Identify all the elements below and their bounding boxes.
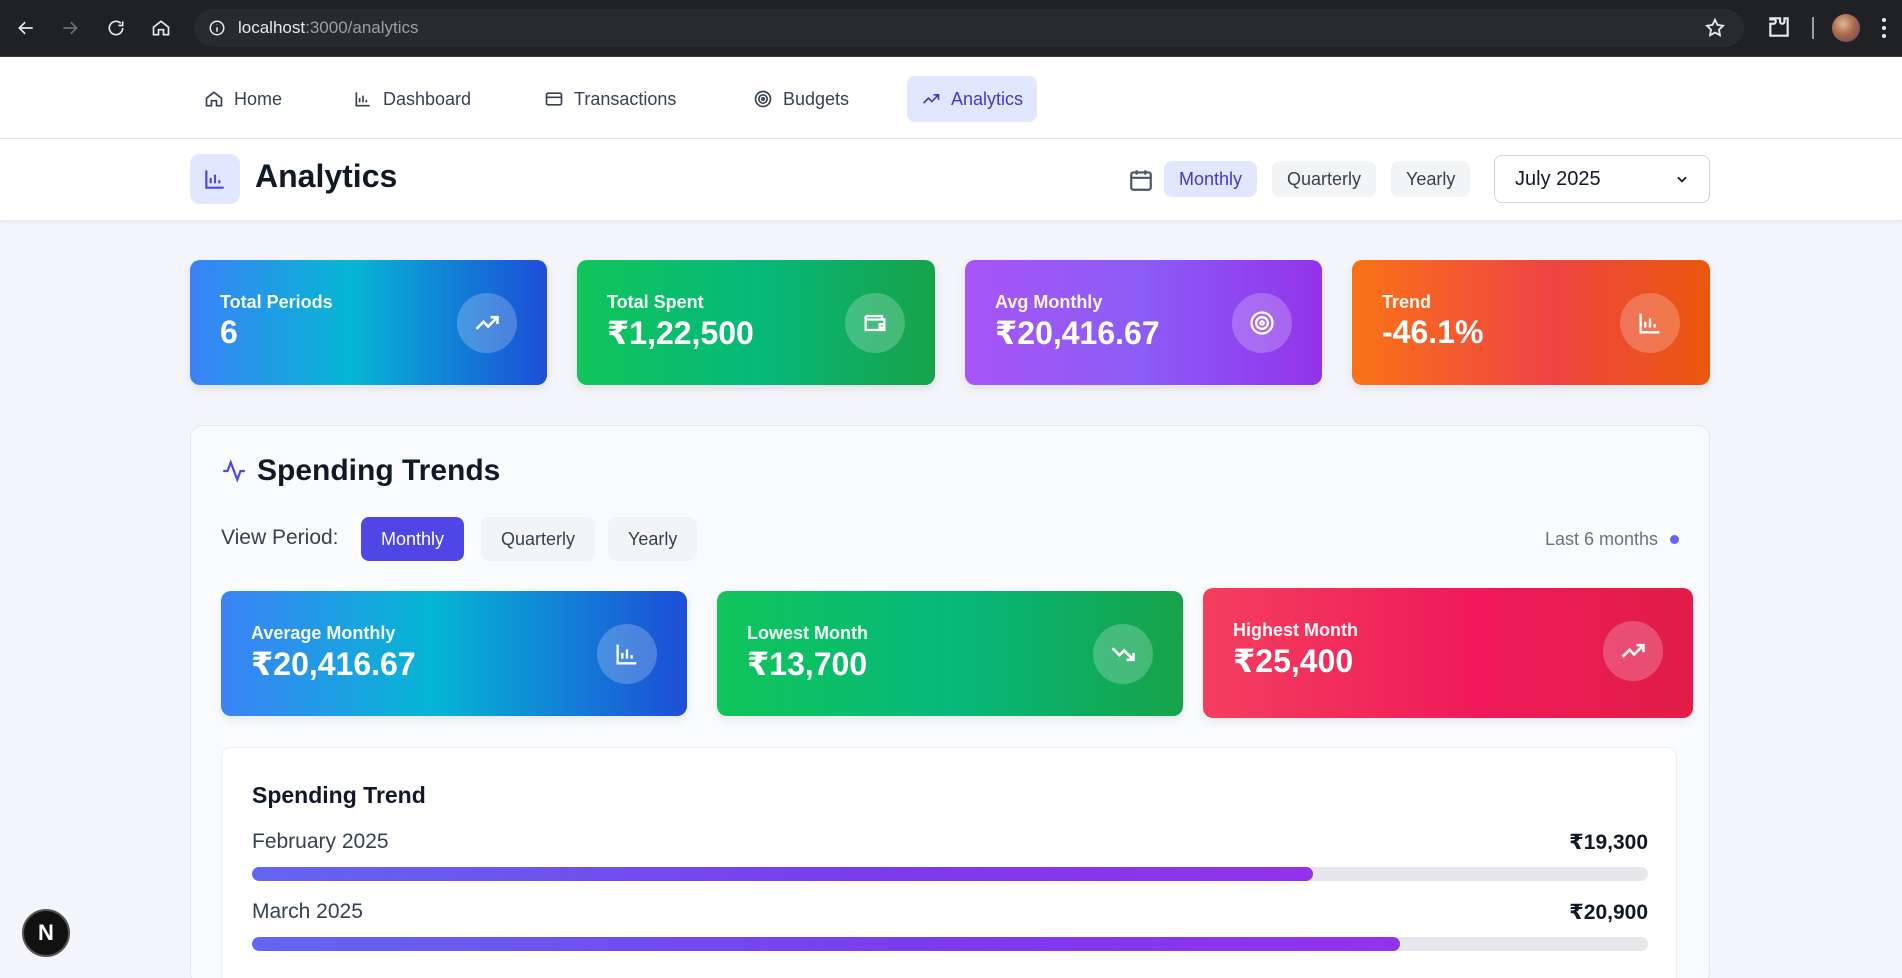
stat-value: ₹20,416.67 bbox=[995, 315, 1160, 351]
trending-down-icon bbox=[1093, 624, 1153, 684]
section-title: Spending Trends bbox=[221, 454, 500, 488]
summary-value: ₹25,400 bbox=[1233, 643, 1354, 679]
profile-avatar[interactable] bbox=[1832, 14, 1860, 42]
dev-tools-badge[interactable]: N bbox=[22, 909, 70, 957]
view-period-label: View Period: bbox=[221, 526, 339, 549]
activity-icon bbox=[223, 459, 245, 483]
browser-menu-icon[interactable] bbox=[1880, 16, 1888, 45]
stat-value: ₹1,22,500 bbox=[607, 315, 754, 351]
reload-icon[interactable] bbox=[102, 14, 130, 42]
address-bar[interactable]: localhost:3000/analytics bbox=[194, 9, 1744, 47]
summary-value: ₹13,700 bbox=[747, 646, 868, 682]
summary-card-lowest: Lowest Month ₹13,700 bbox=[717, 591, 1183, 716]
spending-trend-chart: Spending Trend February 2025 ₹19,300 Mar… bbox=[221, 747, 1677, 978]
spending-trends-panel: Spending Trends View Period: Monthly Qua… bbox=[190, 425, 1710, 978]
page-title: Analytics bbox=[255, 158, 398, 194]
stat-label: Total Periods bbox=[220, 292, 333, 312]
progress-fill bbox=[252, 937, 1400, 951]
progress-track bbox=[252, 937, 1648, 951]
analytics-bar-chart-icon bbox=[190, 154, 240, 204]
trend-row: February 2025 ₹19,300 bbox=[252, 830, 1648, 892]
bookmark-star-icon[interactable] bbox=[1704, 17, 1726, 44]
trend-amount: ₹20,900 bbox=[1569, 901, 1648, 924]
progress-track bbox=[252, 867, 1648, 881]
progress-fill bbox=[252, 867, 1313, 881]
view-yearly-button[interactable]: Yearly bbox=[608, 517, 698, 561]
view-quarterly-button[interactable]: Quarterly bbox=[481, 517, 596, 561]
target-icon bbox=[754, 90, 772, 108]
back-arrow-icon[interactable] bbox=[12, 14, 40, 42]
stat-card-avg-monthly: Avg Monthly ₹20,416.67 bbox=[965, 260, 1322, 385]
nav-transactions[interactable]: Transactions bbox=[530, 76, 690, 122]
forward-arrow-icon[interactable] bbox=[56, 14, 84, 42]
calendar-icon bbox=[1128, 167, 1154, 198]
status-dot bbox=[1670, 535, 1679, 544]
stat-card-trend: Trend -46.1% bbox=[1352, 260, 1710, 385]
bar-chart-icon bbox=[597, 624, 657, 684]
nav-dashboard[interactable]: Dashboard bbox=[339, 76, 485, 122]
stat-label: Total Spent bbox=[607, 292, 704, 312]
url-text: localhost:3000/analytics bbox=[238, 18, 419, 37]
trending-up-icon bbox=[1603, 621, 1663, 681]
trending-up-icon bbox=[457, 293, 517, 353]
nav-transactions-label: Transactions bbox=[574, 88, 677, 109]
period-monthly-button[interactable]: Monthly bbox=[1164, 161, 1258, 197]
nav-home-label: Home bbox=[234, 88, 283, 109]
trend-month: February 2025 bbox=[252, 830, 389, 853]
summary-label: Lowest Month bbox=[747, 623, 868, 643]
summary-card-average: Average Monthly ₹20,416.67 bbox=[221, 591, 687, 716]
nav-budgets[interactable]: Budgets bbox=[739, 76, 863, 122]
nav-budgets-label: Budgets bbox=[783, 88, 850, 109]
site-info-icon[interactable] bbox=[206, 17, 228, 39]
stat-value: -46.1% bbox=[1382, 314, 1484, 350]
nav-home[interactable]: Home bbox=[190, 76, 296, 122]
range-indicator: Last 6 months bbox=[1545, 529, 1679, 550]
stat-label: Trend bbox=[1382, 292, 1432, 312]
nav-analytics[interactable]: Analytics bbox=[907, 76, 1038, 122]
chart-title: Spending Trend bbox=[252, 782, 426, 808]
trending-up-icon bbox=[922, 94, 940, 104]
summary-label: Highest Month bbox=[1233, 620, 1358, 640]
stat-card-total-periods: Total Periods 6 bbox=[190, 260, 547, 385]
month-select-value: July 2025 bbox=[1515, 167, 1601, 190]
summary-value: ₹20,416.67 bbox=[251, 646, 416, 682]
browser-toolbar: localhost:3000/analytics bbox=[0, 0, 1902, 57]
summary-card-highest: Highest Month ₹25,400 bbox=[1203, 588, 1693, 718]
range-text: Last 6 months bbox=[1544, 529, 1658, 549]
main-navigation: Home Dashboard Transactions Budgets Anal… bbox=[0, 57, 1902, 139]
month-select[interactable]: July 2025 bbox=[1494, 155, 1710, 203]
trend-row: March 2025 ₹20,900 bbox=[252, 900, 1648, 962]
period-quarterly-button[interactable]: Quarterly bbox=[1272, 161, 1377, 197]
home-icon bbox=[205, 91, 223, 107]
stat-value: 6 bbox=[220, 314, 238, 350]
target-icon bbox=[1232, 293, 1292, 353]
toolbar-divider bbox=[1812, 17, 1814, 39]
view-monthly-button[interactable]: Monthly bbox=[361, 517, 465, 561]
stat-label: Avg Monthly bbox=[995, 292, 1103, 312]
summary-label: Average Monthly bbox=[251, 623, 396, 643]
nav-analytics-label: Analytics bbox=[951, 88, 1024, 109]
extensions-icon[interactable] bbox=[1766, 14, 1792, 45]
period-yearly-button[interactable]: Yearly bbox=[1391, 161, 1471, 197]
chevron-down-icon bbox=[1677, 176, 1687, 183]
spending-trends-title: Spending Trends bbox=[257, 454, 501, 487]
trend-month: March 2025 bbox=[252, 900, 363, 923]
bar-chart-icon bbox=[355, 92, 370, 107]
stat-card-total-spent: Total Spent ₹1,22,500 bbox=[577, 260, 935, 385]
nav-dashboard-label: Dashboard bbox=[383, 88, 472, 109]
trend-amount: ₹19,300 bbox=[1569, 831, 1648, 854]
wallet-icon bbox=[845, 293, 905, 353]
home-browser-icon[interactable] bbox=[147, 14, 175, 42]
bar-chart-icon bbox=[1620, 293, 1680, 353]
page-header: Analytics Monthly Quarterly Yearly July … bbox=[0, 139, 1902, 221]
credit-card-icon bbox=[545, 92, 563, 106]
